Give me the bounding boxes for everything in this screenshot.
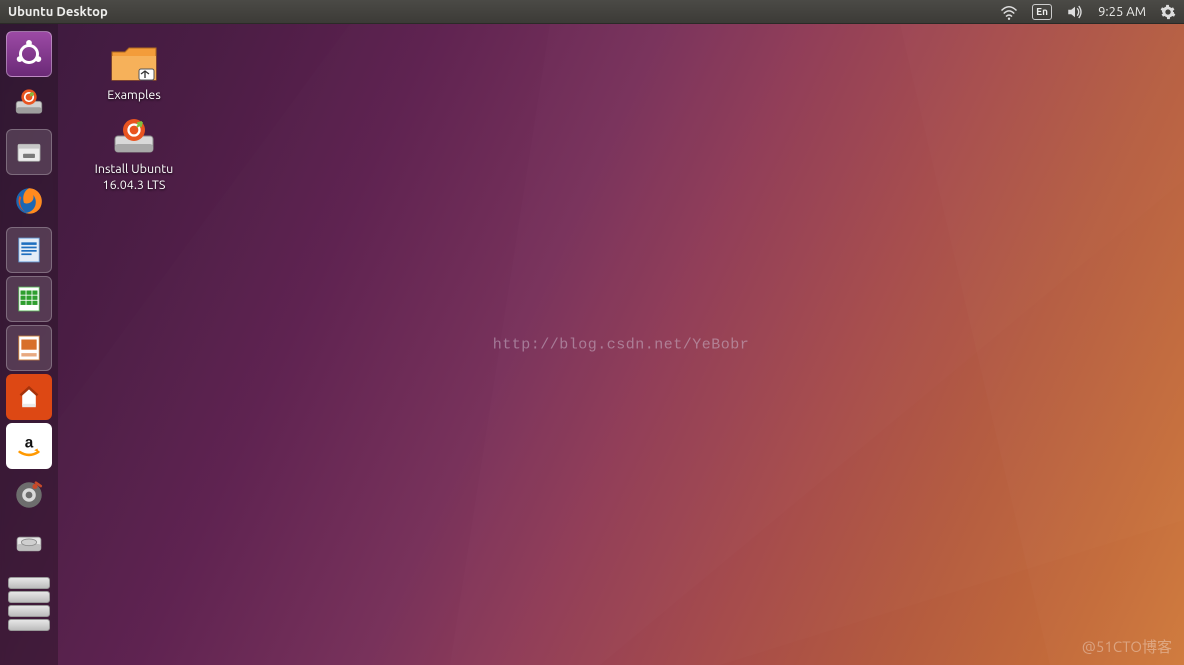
launcher-calc[interactable]: [6, 276, 52, 322]
desktop-icon-label: Examples: [84, 88, 184, 104]
watermark-corner: @51CTO博客: [1082, 636, 1172, 657]
disk-icon: [12, 527, 46, 561]
folder-icon: [109, 42, 159, 84]
network-icon[interactable]: [1000, 0, 1018, 24]
settings-icon: [12, 478, 46, 512]
desktop-icon-examples[interactable]: Examples: [84, 42, 184, 104]
launcher-install-ubuntu[interactable]: [6, 80, 52, 126]
calc-icon: [12, 282, 46, 316]
impress-icon: [12, 331, 46, 365]
launcher-system-settings[interactable]: [6, 472, 52, 518]
launcher-impress[interactable]: [6, 325, 52, 371]
session-gear-icon[interactable]: [1160, 0, 1176, 24]
launcher-ubuntu-software[interactable]: [6, 374, 52, 420]
top-menubar: Ubuntu Desktop En 9:25 AM: [0, 0, 1184, 24]
amazon-icon: a: [12, 429, 46, 463]
installer-icon: [109, 116, 159, 158]
installer-icon: [12, 86, 46, 120]
launcher-removable-disk[interactable]: [6, 521, 52, 567]
desktop[interactable]: Examples Install Ubuntu 16.04.3 LTS http…: [58, 24, 1184, 665]
launcher-dash[interactable]: [6, 31, 52, 77]
clock[interactable]: 9:25 AM: [1098, 0, 1146, 24]
writer-icon: [12, 233, 46, 267]
sound-icon[interactable]: [1066, 0, 1084, 24]
launcher-writer[interactable]: [6, 227, 52, 273]
desktop-icon-install-ubuntu[interactable]: Install Ubuntu 16.04.3 LTS: [84, 116, 184, 193]
desktop-icon-label: Install Ubuntu 16.04.3 LTS: [84, 162, 184, 193]
launcher-files[interactable]: [6, 129, 52, 175]
unity-launcher: a: [0, 24, 58, 665]
language-indicator[interactable]: En: [1032, 0, 1052, 24]
launcher-firefox[interactable]: [6, 178, 52, 224]
software-center-icon: [12, 380, 46, 414]
firefox-icon: [12, 184, 46, 218]
watermark-center: http://blog.csdn.net/YeBobr: [493, 336, 750, 353]
ubuntu-logo-icon: [12, 37, 46, 71]
launcher-overflow[interactable]: [0, 577, 58, 631]
svg-text:a: a: [25, 435, 34, 452]
language-label: En: [1032, 4, 1052, 20]
app-title[interactable]: Ubuntu Desktop: [8, 5, 108, 19]
files-icon: [12, 135, 46, 169]
launcher-amazon[interactable]: a: [6, 423, 52, 469]
